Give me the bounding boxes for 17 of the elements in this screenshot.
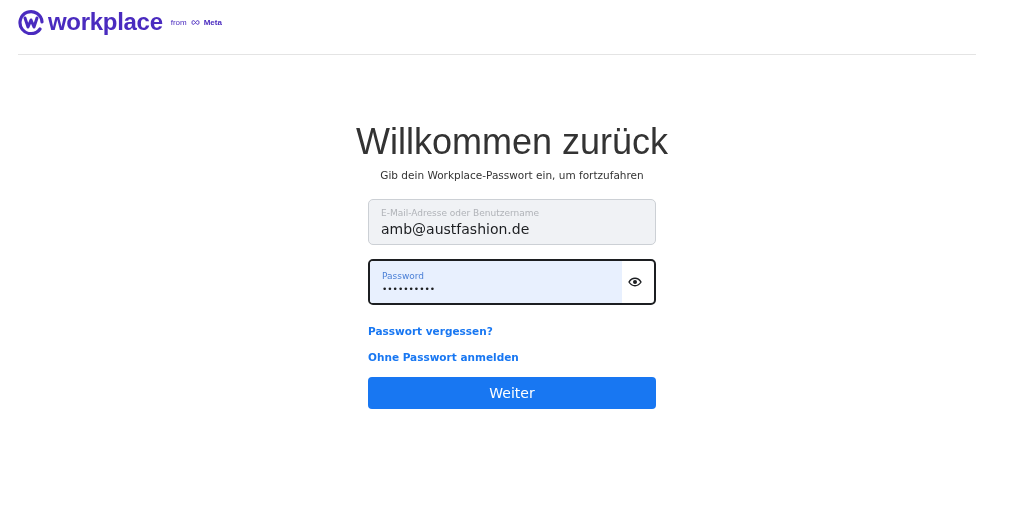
page-title: Willkommen zurück [355, 121, 668, 163]
password-field[interactable]: Password •••••••••• [368, 259, 656, 305]
field-value: amb@austfashion.de [381, 220, 643, 237]
meta-label: Meta [203, 17, 222, 27]
continue-button[interactable]: Weiter [368, 377, 656, 409]
infinity-icon [190, 19, 200, 25]
field-label: E-Mail-Adresse oder Benutzername [381, 207, 541, 218]
eye-icon[interactable] [628, 277, 642, 287]
field-value: •••••••••• [382, 283, 610, 294]
text-link[interactable]: Passwort vergessen? [368, 325, 493, 337]
field-label: Password [382, 270, 426, 281]
brand-name: workplace [48, 8, 163, 36]
from-label: from [170, 17, 187, 27]
text-link[interactable]: Ohne Passwort anmelden [368, 351, 519, 363]
subtitle: Gib dein Workplace-Passwort ein, um fortzufahren [380, 169, 644, 181]
logo-icon [18, 9, 44, 35]
username-field[interactable]: E-Mail-Adresse oder Benutzername amb@austfashion.de [368, 199, 656, 245]
